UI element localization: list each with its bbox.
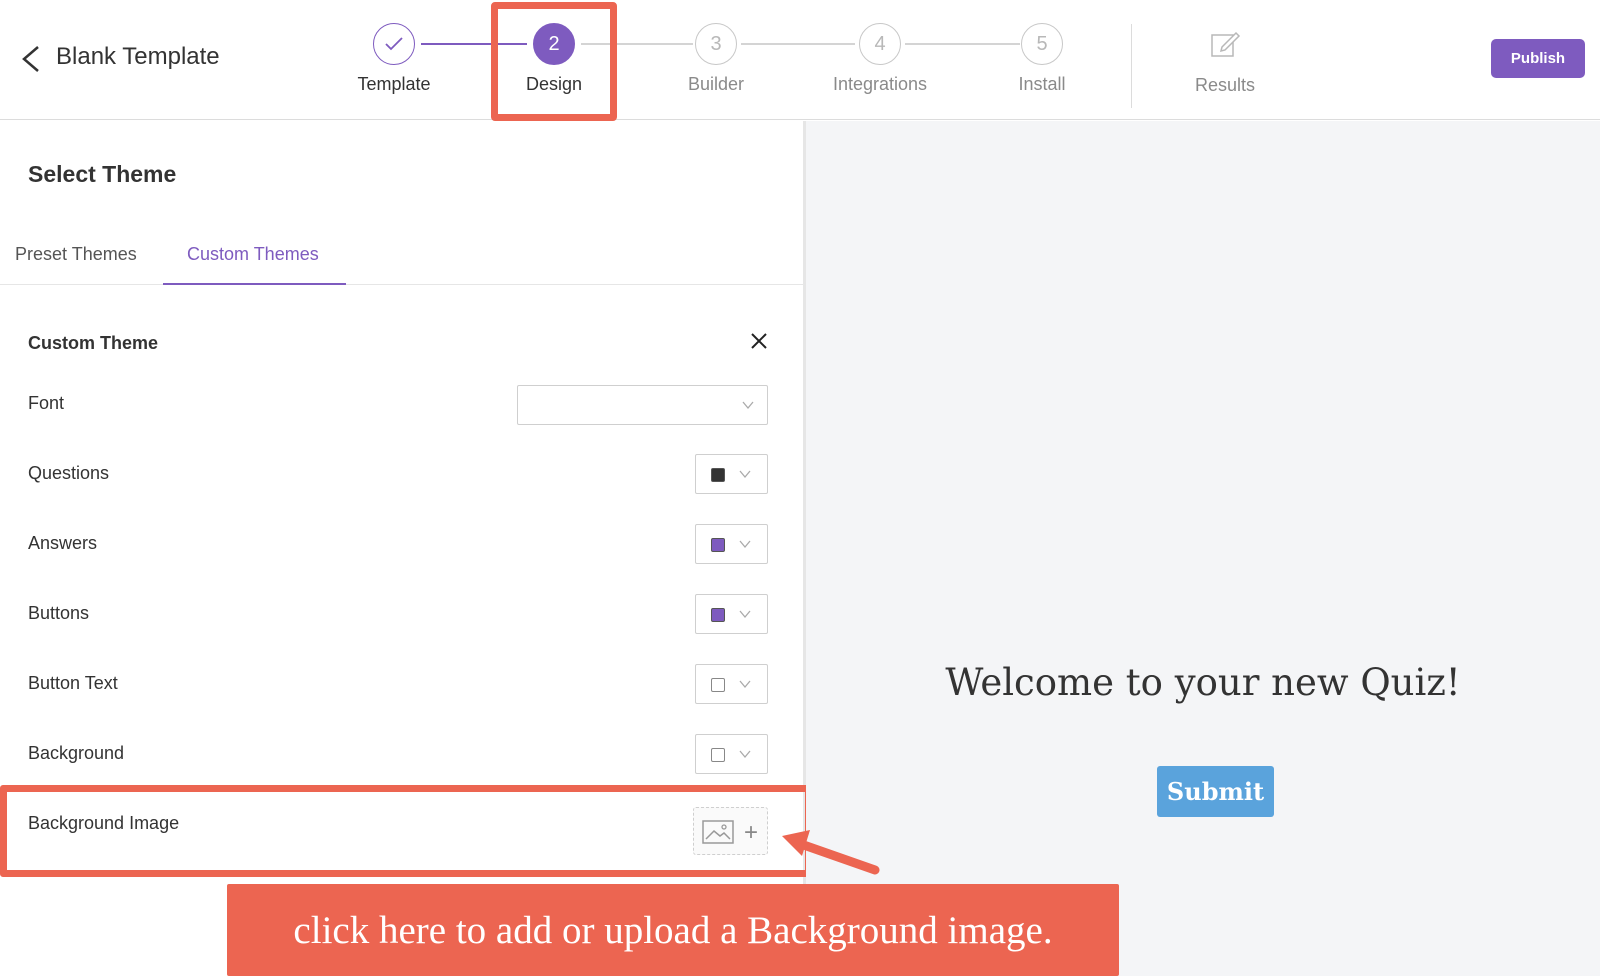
step-number: 3 <box>695 23 737 65</box>
step-label: Builder <box>687 74 745 94</box>
color-swatch <box>711 538 725 552</box>
chevron-down-icon <box>739 470 751 479</box>
callout-arrow-icon <box>782 830 880 875</box>
check-icon <box>373 23 415 65</box>
edit-icon <box>1211 31 1241 57</box>
step-label: Install <box>1018 74 1066 94</box>
step-template[interactable]: Template <box>329 23 459 95</box>
font-label: Font <box>28 393 65 413</box>
step-label: Template <box>357 74 431 94</box>
chevron-down-icon <box>742 401 754 410</box>
step-label: Integrations <box>832 74 928 94</box>
font-select[interactable] <box>517 385 768 425</box>
tab-custom-themes[interactable]: Custom Themes <box>187 244 319 265</box>
buttons-label: Buttons <box>28 603 90 623</box>
chevron-down-icon <box>739 540 751 549</box>
close-icon[interactable] <box>748 330 770 352</box>
chevron-down-icon <box>739 750 751 759</box>
welcome-heading: Welcome to your new Quiz! <box>945 661 1461 704</box>
design-step-highlight <box>491 2 617 121</box>
color-swatch <box>711 608 725 622</box>
step-install[interactable]: 5 Install <box>977 23 1107 95</box>
quiz-preview: Welcome to your new Quiz! <box>806 121 1600 976</box>
step-number: 5 <box>1021 23 1063 65</box>
theme-tabs: Preset Themes Custom Themes <box>0 229 803 285</box>
step-number: 4 <box>859 23 901 65</box>
questions-label: Questions <box>28 463 110 483</box>
questions-color-picker[interactable] <box>695 454 768 494</box>
panel-heading: Select Theme <box>28 161 177 187</box>
color-swatch <box>711 678 725 692</box>
page-title: Blank Template <box>56 43 220 70</box>
publish-button[interactable]: Publish <box>1491 39 1585 78</box>
custom-theme-title: Custom Theme <box>28 333 159 353</box>
results-label: Results <box>1194 75 1256 95</box>
top-header: Blank Template Template 2 Design 3 Build… <box>0 0 1600 120</box>
active-tab-indicator <box>163 283 346 285</box>
chevron-down-icon <box>739 610 751 619</box>
chevron-down-icon <box>739 680 751 689</box>
results-link[interactable]: Results <box>1175 28 1275 96</box>
submit-button[interactable]: Submit <box>1157 766 1274 817</box>
background-image-highlight <box>0 785 812 877</box>
background-label: Background <box>28 743 125 763</box>
annotation-callout: click here to add or upload a Background… <box>227 884 1119 976</box>
tab-preset-themes[interactable]: Preset Themes <box>15 244 137 265</box>
background-color-picker[interactable] <box>695 734 768 774</box>
buttons-color-picker[interactable] <box>695 594 768 634</box>
step-builder[interactable]: 3 Builder <box>651 23 781 95</box>
answers-color-picker[interactable] <box>695 524 768 564</box>
answers-label: Answers <box>28 533 98 553</box>
color-swatch <box>711 468 725 482</box>
chevron-left-icon[interactable] <box>18 44 44 74</box>
step-integrations[interactable]: 4 Integrations <box>815 23 945 95</box>
header-divider <box>1131 24 1132 108</box>
button-text-color-picker[interactable] <box>695 664 768 704</box>
color-swatch <box>711 748 725 762</box>
button-text-label: Button Text <box>28 673 118 693</box>
